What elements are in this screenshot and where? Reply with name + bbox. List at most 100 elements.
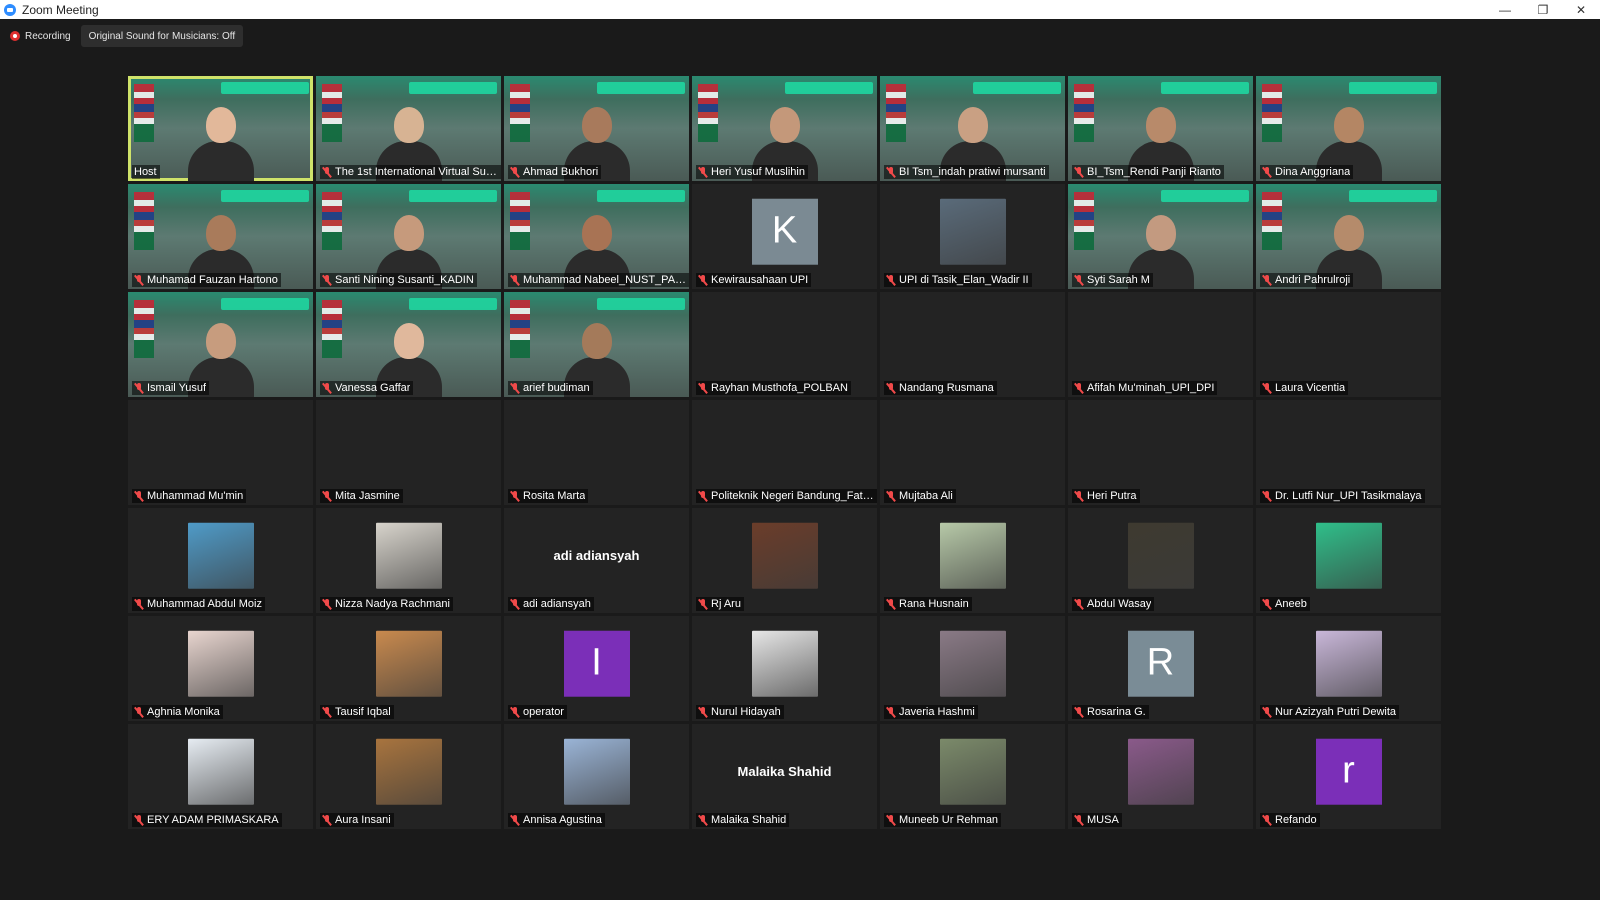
participant-name: Aura Insani [335,814,391,826]
participant-name: Javeria Hashmi [899,706,975,718]
participant-tile[interactable]: Ismail Yusuf [128,292,313,397]
video-person-head [1333,107,1364,143]
participant-name-label: ERY ADAM PRIMASKARA [132,813,282,827]
muted-mic-icon [886,166,896,178]
muted-mic-icon [134,598,144,610]
avatar-initial: I [563,630,630,697]
participant-name-label: Tausif Iqbal [320,705,394,719]
participant-tile[interactable]: Tausif Iqbal [316,616,501,721]
participant-name: Heri Putra [1087,490,1137,502]
participant-name-label: Laura Vicentia [1260,381,1349,395]
participant-tile[interactable]: BI Tsm_indah pratiwi mursanti [880,76,1065,181]
video-person-head [393,215,424,251]
participant-tile[interactable]: ERY ADAM PRIMASKARA [128,724,313,829]
participant-tile[interactable]: The 1st International Virtual Sum... [316,76,501,181]
participant-name: Rosarina G. [1087,706,1146,718]
video-person-head [393,323,424,359]
participant-tile[interactable]: R Rosarina G. [1068,616,1253,721]
participant-name-label: Vanessa Gaffar [320,381,414,395]
participant-tile[interactable]: Ahmad Bukhori [504,76,689,181]
participant-tile[interactable]: Rana Husnain [880,508,1065,613]
participant-tile[interactable]: Aneeb [1256,508,1441,613]
participant-tile[interactable]: Vanessa Gaffar [316,292,501,397]
participant-name: Afifah Mu'minah_UPI_DPI [1087,382,1215,394]
participant-tile[interactable]: Heri Putra [1068,400,1253,505]
participant-name-label: Abdul Wasay [1072,597,1155,611]
participant-tile[interactable]: Annisa Agustina [504,724,689,829]
original-sound-toggle[interactable]: Original Sound for Musicians: Off [80,25,244,47]
muted-mic-icon [1074,814,1084,826]
participant-tile[interactable]: Muhammad Abdul Moiz [128,508,313,613]
avatar-photo [1315,522,1382,589]
muted-mic-icon [1262,166,1272,178]
participant-tile[interactable]: Malaika Shahid Malaika Shahid [692,724,877,829]
participant-tile[interactable]: UPI di Tasik_Elan_Wadir II [880,184,1065,289]
participant-tile[interactable]: Andri Pahrulroji [1256,184,1441,289]
participant-tile[interactable]: Syti Sarah M [1068,184,1253,289]
participant-name-label: Aneeb [1260,597,1310,611]
muted-mic-icon [322,598,332,610]
participant-name: The 1st International Virtual Sum... [335,166,500,178]
participant-tile[interactable]: Afifah Mu'minah_UPI_DPI [1068,292,1253,397]
participant-name-label: Rana Husnain [884,597,972,611]
record-icon [10,31,20,41]
muted-mic-icon [134,706,144,718]
participant-name: Host [134,166,157,178]
video-person-head [1145,215,1176,251]
participant-tile[interactable]: Muneeb Ur Rehman [880,724,1065,829]
muted-mic-icon [1262,490,1272,502]
avatar-photo [375,738,442,805]
meeting-status-bar: Recording Original Sound for Musicians: … [6,25,244,47]
participant-tile[interactable]: Javeria Hashmi [880,616,1065,721]
participant-tile[interactable]: Dr. Lutfi Nur_UPI Tasikmalaya [1256,400,1441,505]
participant-tile[interactable]: adi adiansyah adi adiansyah [504,508,689,613]
close-button[interactable]: ✕ [1562,0,1600,19]
participant-tile[interactable]: Muhammad Nabeel_NUST_PAKI... [504,184,689,289]
zoom-app-icon [4,3,16,16]
participant-tile[interactable]: BI_Tsm_Rendi Panji Rianto [1068,76,1253,181]
participant-tile[interactable]: MUSA [1068,724,1253,829]
participant-tile[interactable]: Aura Insani [316,724,501,829]
participant-tile[interactable]: Rayhan Musthofa_POLBAN [692,292,877,397]
participant-tile[interactable]: Mujtaba Ali [880,400,1065,505]
participant-name-label: The 1st International Virtual Sum... [320,165,501,179]
participant-tile[interactable]: Rosita Marta [504,400,689,505]
participant-tile[interactable]: Dina Anggriana [1256,76,1441,181]
participant-tile[interactable]: Muhamad Fauzan Hartono [128,184,313,289]
participant-name-label: Rosarina G. [1072,705,1149,719]
restore-button[interactable]: ❐ [1524,0,1562,19]
participant-tile[interactable]: Aghnia Monika [128,616,313,721]
participant-tile[interactable]: r Refando [1256,724,1441,829]
participant-tile[interactable]: Politeknik Negeri Bandung_Fatya... [692,400,877,505]
muted-mic-icon [1262,706,1272,718]
participant-tile[interactable]: Abdul Wasay [1068,508,1253,613]
video-person-head [581,215,612,251]
participant-name: Refando [1275,814,1317,826]
participant-name: Tausif Iqbal [335,706,391,718]
participant-tile[interactable]: Ioperator [504,616,689,721]
participant-tile[interactable]: Mita Jasmine [316,400,501,505]
minimize-button[interactable]: — [1486,0,1524,19]
participant-tile[interactable]: Santi Nining Susanti_KADIN [316,184,501,289]
participant-tile[interactable]: Rj Aru [692,508,877,613]
participant-name-label: Rj Aru [696,597,744,611]
recording-indicator[interactable]: Recording [6,26,75,46]
avatar-photo [187,630,254,697]
muted-mic-icon [698,382,708,394]
participant-tile[interactable]: Muhammad Mu'min [128,400,313,505]
participant-tile[interactable]: K Kewirausahaan UPI [692,184,877,289]
participant-tile[interactable]: Host [128,76,313,181]
participant-tile[interactable]: Nur Azizyah Putri Dewita [1256,616,1441,721]
participant-tile[interactable]: Heri Yusuf Muslihin [692,76,877,181]
avatar-photo [939,522,1006,589]
participant-tile[interactable]: arief budiman [504,292,689,397]
participant-tile[interactable]: Nizza Nadya Rachmani [316,508,501,613]
participant-tile[interactable]: Nurul Hidayah [692,616,877,721]
participant-tile[interactable]: Laura Vicentia [1256,292,1441,397]
muted-mic-icon [510,490,520,502]
participant-name: Dr. Lutfi Nur_UPI Tasikmalaya [1275,490,1422,502]
avatar-photo [751,522,818,589]
muted-mic-icon [510,274,520,286]
participant-tile[interactable]: Nandang Rusmana [880,292,1065,397]
participant-name: Aneeb [1275,598,1307,610]
